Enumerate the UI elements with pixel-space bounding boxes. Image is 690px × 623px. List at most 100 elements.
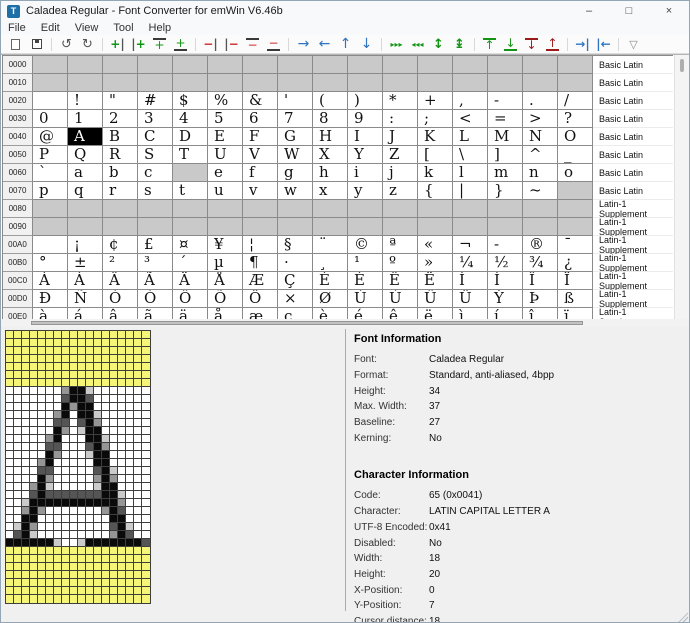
char-cell[interactable]: § [278,236,313,254]
pixel-cell[interactable] [78,587,86,595]
pixel-cell[interactable] [22,515,30,523]
char-cell[interactable]: Õ [208,290,243,308]
pixel-cell[interactable] [30,331,38,339]
shift-left-icon[interactable]: ← [314,36,335,53]
char-cell[interactable]: í [488,308,523,319]
pixel-cell[interactable] [102,459,110,467]
char-cell[interactable]: ¿ [558,254,593,272]
pixel-cell[interactable] [94,483,102,491]
pixel-cell[interactable] [142,339,150,347]
pixel-cell[interactable] [142,587,150,595]
pixel-cell[interactable] [62,411,70,419]
pixel-cell[interactable] [54,507,62,515]
pixel-cell[interactable] [30,427,38,435]
char-cell[interactable] [558,56,593,74]
pixel-cell[interactable] [126,571,134,579]
char-cell[interactable]: Ð [33,290,68,308]
pixel-cell[interactable] [14,363,22,371]
char-cell[interactable]: Ò [103,290,138,308]
char-cell[interactable] [138,56,173,74]
pixel-cell[interactable] [118,515,126,523]
pixel-cell[interactable] [86,387,94,395]
pixel-cell[interactable] [94,531,102,539]
pixel-cell[interactable] [134,331,142,339]
pixel-cell[interactable] [22,331,30,339]
char-cell[interactable]: G [278,128,313,146]
pixel-cell[interactable] [62,467,70,475]
pixel-cell[interactable] [142,395,150,403]
pixel-cell[interactable] [30,595,38,603]
pixel-cell[interactable] [118,539,126,547]
pixel-cell[interactable] [86,579,94,587]
pixel-cell[interactable] [54,515,62,523]
pixel-cell[interactable] [6,419,14,427]
pixel-cell[interactable] [134,531,142,539]
pixel-cell[interactable] [86,499,94,507]
char-cell[interactable] [33,218,68,236]
menu-item-help[interactable]: Help [149,22,172,34]
pixel-cell[interactable] [126,387,134,395]
pixel-cell[interactable] [54,579,62,587]
pixel-cell[interactable] [54,547,62,555]
pixel-cell[interactable] [142,523,150,531]
pixel-cell[interactable] [142,363,150,371]
pixel-cell[interactable] [126,459,134,467]
pixel-cell[interactable] [78,403,86,411]
pixel-cell[interactable] [54,355,62,363]
char-cell[interactable]: B [103,128,138,146]
char-cell[interactable]: ² [103,254,138,272]
pixel-cell[interactable] [102,563,110,571]
pixel-cell[interactable] [22,475,30,483]
pixel-cell[interactable] [94,539,102,547]
pixel-cell[interactable] [22,451,30,459]
pixel-cell[interactable] [78,531,86,539]
pixel-cell[interactable] [6,555,14,563]
pixel-cell[interactable] [6,467,14,475]
char-cell[interactable]: b [103,164,138,182]
pixel-cell[interactable] [62,363,70,371]
pixel-cell[interactable] [6,443,14,451]
pixel-cell[interactable] [110,419,118,427]
pixel-cell[interactable] [142,331,150,339]
char-cell[interactable]: h [313,164,348,182]
char-cell[interactable] [313,74,348,92]
pixel-cell[interactable] [6,435,14,443]
pixel-cell[interactable] [54,539,62,547]
pixel-cell[interactable] [134,411,142,419]
pixel-cell[interactable] [78,443,86,451]
pixel-cell[interactable] [54,467,62,475]
pixel-cell[interactable] [30,531,38,539]
char-cell[interactable]: ¡ [68,236,103,254]
char-cell[interactable] [173,218,208,236]
pixel-cell[interactable] [142,595,150,603]
pixel-cell[interactable] [134,563,142,571]
menu-item-file[interactable]: File [8,22,26,34]
pixel-cell[interactable] [22,363,30,371]
pixel-cell[interactable] [94,387,102,395]
char-cell[interactable]: o [558,164,593,182]
pixel-cell[interactable] [86,331,94,339]
pixel-cell[interactable] [126,579,134,587]
char-cell[interactable]: 5 [208,110,243,128]
pixel-cell[interactable] [110,435,118,443]
char-cell[interactable]: à [33,308,68,319]
char-cell[interactable] [488,56,523,74]
pixel-cell[interactable] [38,411,46,419]
pixel-cell[interactable] [14,443,22,451]
pixel-cell[interactable] [142,443,150,451]
pixel-cell[interactable] [14,355,22,363]
pixel-cell[interactable] [142,427,150,435]
pixel-cell[interactable] [134,371,142,379]
pixel-cell[interactable] [14,499,22,507]
pixel-cell[interactable] [78,483,86,491]
pixel-cell[interactable] [102,355,110,363]
pixel-cell[interactable] [46,435,54,443]
pixel-cell[interactable] [54,587,62,595]
pixel-cell[interactable] [126,363,134,371]
pixel-cell[interactable] [94,339,102,347]
char-cell[interactable]: z [383,182,418,200]
pixel-cell[interactable] [22,587,30,595]
char-cell[interactable]: . [523,92,558,110]
pixel-cell[interactable] [110,339,118,347]
pixel-cell[interactable] [86,419,94,427]
